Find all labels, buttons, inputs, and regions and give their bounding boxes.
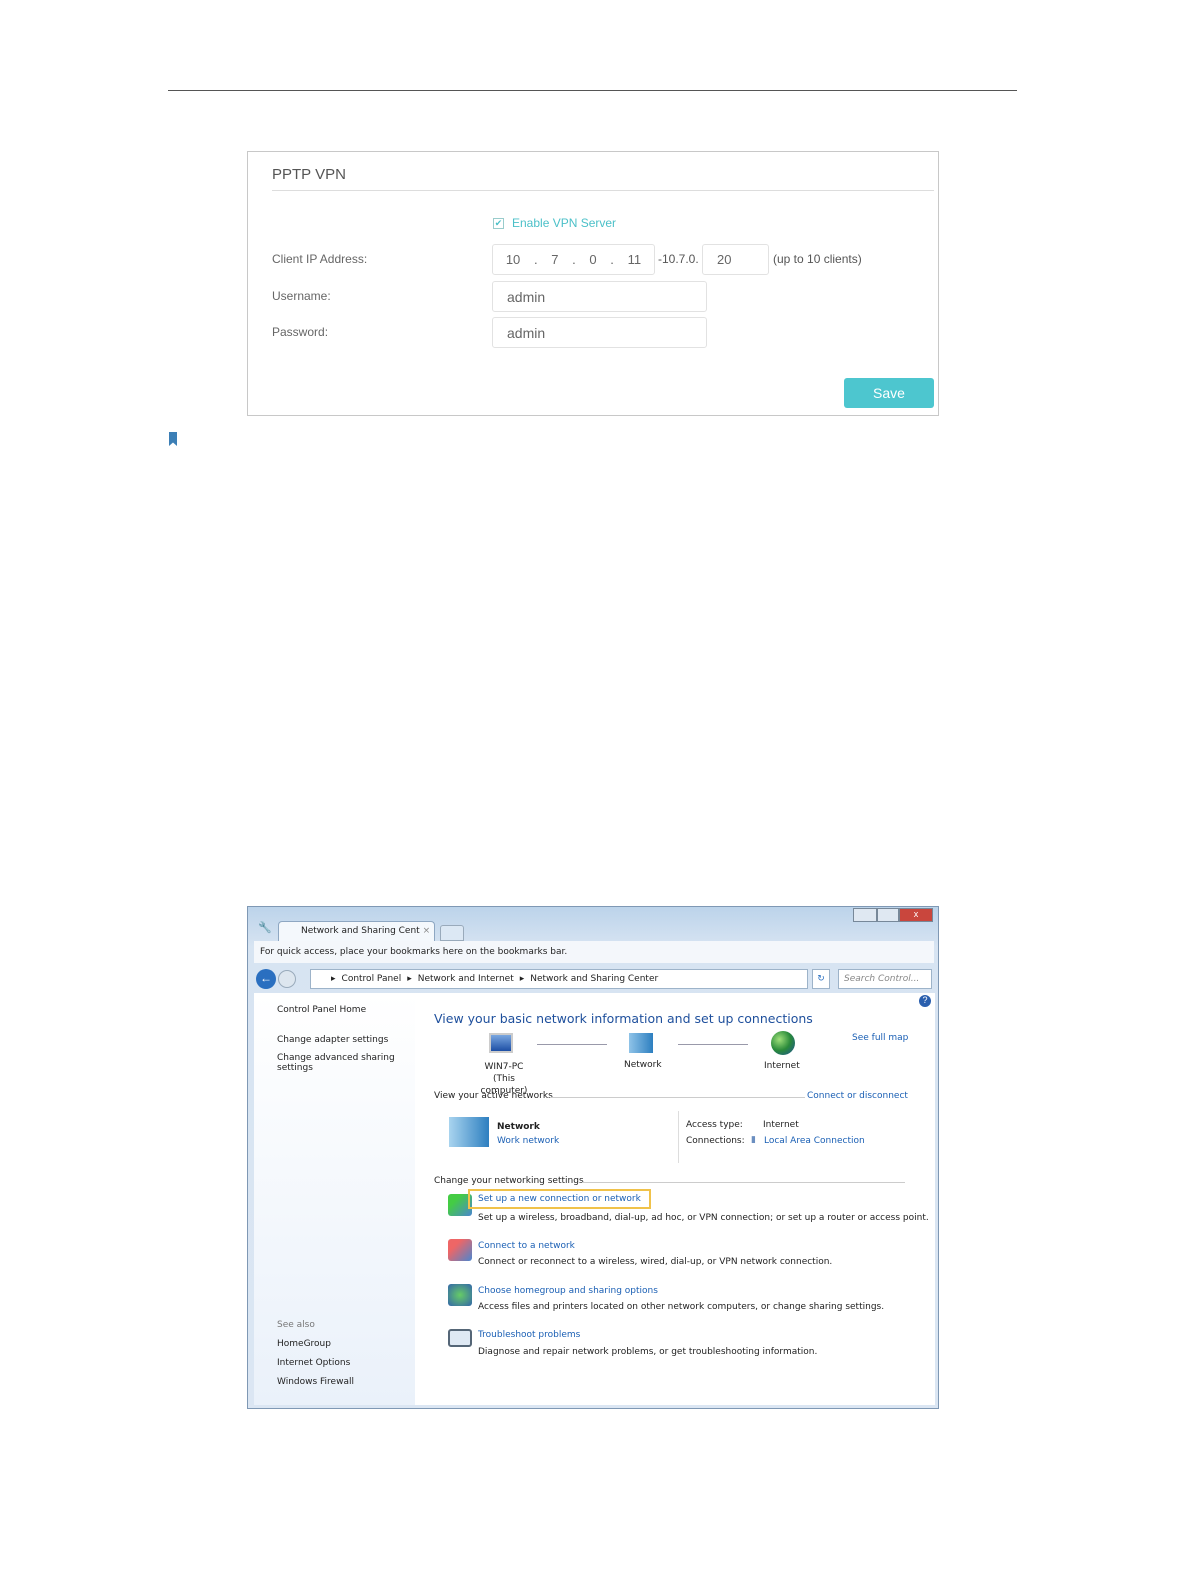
- bookmarks-bar: For quick access, place your bookmarks h…: [254, 941, 934, 963]
- divider: [582, 1182, 905, 1183]
- see-also-homegroup[interactable]: HomeGroup: [277, 1339, 331, 1349]
- task-troubleshoot-link[interactable]: Troubleshoot problems: [478, 1330, 580, 1340]
- homegroup-icon: [448, 1284, 472, 1306]
- divider: [272, 190, 934, 191]
- connect-network-icon: [448, 1239, 472, 1261]
- breadcrumb-item[interactable]: Control Panel: [342, 974, 402, 988]
- internet-globe-icon: [771, 1031, 795, 1055]
- sidebar-item-adapter[interactable]: Change adapter settings: [277, 1035, 388, 1045]
- see-also-label: See also: [277, 1320, 315, 1330]
- connect-disconnect-link[interactable]: Connect or disconnect: [807, 1091, 908, 1101]
- window-controls: x: [853, 908, 933, 922]
- ip-octet[interactable]: 11: [628, 252, 642, 267]
- network-icon: [629, 1033, 653, 1053]
- minimize-button[interactable]: [853, 908, 877, 922]
- network-name: Network: [497, 1122, 540, 1132]
- back-button[interactable]: ←: [256, 969, 276, 989]
- map-line: [678, 1044, 748, 1045]
- client-ip-start-input[interactable]: 10. 7. 0. 11: [492, 244, 655, 275]
- ip-octet[interactable]: 10: [506, 252, 520, 267]
- task-desc: Set up a wireless, broadband, dial-up, a…: [478, 1213, 929, 1223]
- tab-title: Network and Sharing Cent: [301, 926, 420, 936]
- network-label: Network: [624, 1060, 662, 1070]
- client-ip-end-input[interactable]: 20: [702, 244, 769, 275]
- search-input[interactable]: Search Control...: [838, 969, 932, 989]
- change-settings-label: Change your networking settings: [434, 1176, 584, 1186]
- task-setup-new-connection-link[interactable]: Set up a new connection or network: [468, 1189, 651, 1209]
- close-button[interactable]: x: [899, 908, 933, 922]
- pptp-vpn-panel: PPTP VPN ✔ Enable VPN Server Client IP A…: [247, 151, 939, 416]
- see-also-firewall[interactable]: Windows Firewall: [277, 1377, 354, 1387]
- task-desc: Diagnose and repair network problems, or…: [478, 1347, 818, 1357]
- main-content: ? View your basic network information an…: [415, 993, 935, 1405]
- username-input[interactable]: admin: [492, 281, 707, 312]
- divider: [550, 1097, 805, 1098]
- ethernet-icon: ▮: [751, 1135, 756, 1145]
- sidebar-item-home[interactable]: Control Panel Home: [277, 1005, 366, 1015]
- local-area-connection-link[interactable]: Local Area Connection: [764, 1136, 865, 1146]
- save-button[interactable]: Save: [844, 378, 934, 408]
- see-full-map-link[interactable]: See full map: [852, 1033, 908, 1043]
- computer-icon: [489, 1033, 513, 1053]
- header-rule: [168, 90, 1017, 91]
- refresh-icon[interactable]: ↻: [812, 969, 830, 989]
- task-desc: Access files and printers located on oth…: [478, 1302, 885, 1312]
- task-desc: Connect or reconnect to a wireless, wire…: [478, 1257, 833, 1267]
- access-type-label: Access type:: [686, 1120, 743, 1130]
- task-connect-network-link[interactable]: Connect to a network: [478, 1241, 575, 1251]
- ip-hint: (up to 10 clients): [773, 252, 862, 266]
- close-tab-icon[interactable]: ×: [423, 926, 431, 936]
- maximize-button[interactable]: [877, 908, 899, 922]
- map-line: [537, 1044, 607, 1045]
- internet-label: Internet: [764, 1061, 800, 1071]
- connections-label: Connections:: [686, 1136, 745, 1146]
- help-icon[interactable]: ?: [919, 995, 931, 1007]
- network-type-link[interactable]: Work network: [497, 1136, 559, 1146]
- note-bookmark-icon: [169, 432, 177, 446]
- active-networks-label: View your active networks: [434, 1091, 553, 1101]
- username-label: Username:: [272, 289, 331, 303]
- breadcrumb-item[interactable]: Network and Internet: [418, 974, 514, 988]
- enable-vpn-checkbox[interactable]: ✔: [493, 218, 504, 229]
- see-also-internet-options[interactable]: Internet Options: [277, 1358, 350, 1368]
- password-input[interactable]: admin: [492, 317, 707, 348]
- forward-button[interactable]: [278, 970, 296, 988]
- task-homegroup-link[interactable]: Choose homegroup and sharing options: [478, 1286, 658, 1296]
- ip-range-prefix: -10.7.0.: [658, 252, 699, 266]
- new-tab-button[interactable]: [440, 925, 464, 941]
- breadcrumb-item[interactable]: Network and Sharing Center: [530, 974, 658, 988]
- browser-tab[interactable]: Network and Sharing Cent ×: [278, 921, 435, 941]
- network-building-icon: [449, 1117, 489, 1147]
- page-heading: View your basic network information and …: [434, 1011, 813, 1026]
- ip-octet[interactable]: 0: [589, 252, 596, 267]
- sidebar: Control Panel Home Change adapter settin…: [254, 993, 415, 1405]
- client-ip-label: Client IP Address:: [272, 252, 368, 266]
- browser-window: 🔧 Network and Sharing Cent × x For quick…: [247, 906, 939, 1409]
- sidebar-item-advanced-sharing[interactable]: Change advanced sharing settings: [277, 1053, 397, 1073]
- password-label: Password:: [272, 325, 329, 339]
- address-bar[interactable]: ▸ Control Panel ▸ Network and Internet ▸ Ne…: [310, 969, 808, 989]
- ip-octet[interactable]: 7: [551, 252, 558, 267]
- panel-title: PPTP VPN: [272, 166, 346, 183]
- access-type-value: Internet: [763, 1120, 799, 1130]
- divider: [678, 1111, 679, 1163]
- troubleshoot-icon: [448, 1329, 472, 1347]
- wrench-icon[interactable]: 🔧: [258, 921, 272, 934]
- enable-vpn-label[interactable]: Enable VPN Server: [512, 216, 616, 230]
